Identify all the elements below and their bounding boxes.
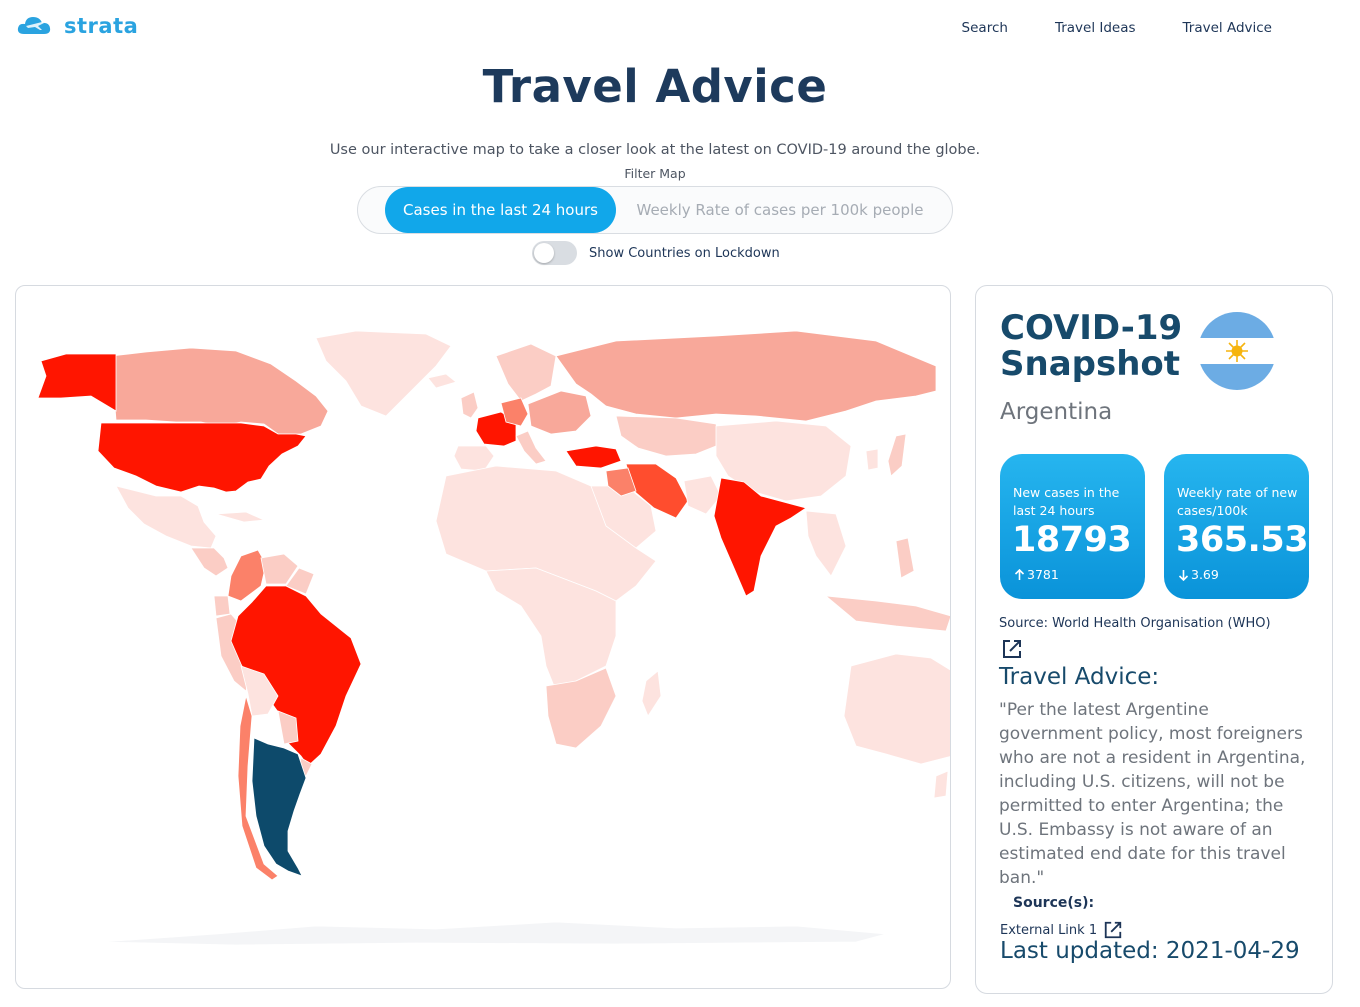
nav-search[interactable]: Search: [962, 20, 1008, 36]
country-alaska[interactable]: [37, 353, 117, 412]
arrow-up-icon: [1014, 568, 1025, 580]
weekly-rate-change-value: 3.69: [1191, 567, 1219, 582]
country-united-states[interactable]: [97, 422, 307, 493]
new-cases-change: 3781: [1014, 567, 1059, 582]
country-turkey[interactable]: [565, 445, 622, 469]
weekly-rate-tile: Weekly rate of new cases/100k 365.53 3.6…: [1164, 454, 1309, 599]
country-madagascar[interactable]: [641, 670, 662, 717]
world-map-card: [15, 285, 951, 989]
lockdown-toggle[interactable]: [532, 241, 577, 265]
country-new-zealand[interactable]: [933, 770, 949, 799]
country-australia[interactable]: [843, 653, 951, 765]
filter-weekly-rate-button[interactable]: Weekly Rate of cases per 100k people: [628, 187, 932, 233]
lockdown-toggle-label: Show Countries on Lockdown: [589, 245, 780, 261]
filter-cases-24h-button[interactable]: Cases in the last 24 hours: [385, 187, 616, 233]
page-title: Travel Advice: [482, 60, 828, 113]
argentina-flag-icon: [1198, 312, 1276, 390]
top-nav: Search Travel Ideas Travel Advice: [962, 20, 1272, 36]
world-map[interactable]: [16, 286, 951, 989]
new-cases-tile: New cases in the last 24 hours 18793 378…: [1000, 454, 1145, 599]
data-source: Source: World Health Organisation (WHO): [999, 616, 1271, 631]
travel-advice-text: "Per the latest Argentine government pol…: [999, 700, 1306, 888]
country-philippines[interactable]: [895, 537, 915, 579]
country-antarctica[interactable]: [100, 921, 887, 946]
nav-travel-advice[interactable]: Travel Advice: [1183, 20, 1272, 36]
snapshot-title: COVID-19 Snapshot: [1000, 308, 1183, 384]
external-link-1-label: External Link 1: [1000, 922, 1098, 938]
intro-text: Use our interactive map to take a closer…: [329, 142, 981, 158]
filter-switch: Cases in the last 24 hours Weekly Rate o…: [357, 186, 953, 234]
country-southeast-asia[interactable]: [805, 510, 847, 577]
new-cases-label: New cases in the last 24 hours: [1013, 485, 1120, 518]
filter-label: Filter Map: [624, 166, 686, 181]
external-link-icon: [1104, 921, 1122, 939]
toggle-knob: [534, 243, 554, 263]
country-canada[interactable]: [110, 347, 329, 435]
weekly-rate-change: 3.69: [1178, 567, 1219, 582]
lockdown-toggle-row: Show Countries on Lockdown: [532, 241, 780, 265]
external-link-1[interactable]: External Link 1: [1000, 920, 1123, 940]
country-greenland[interactable]: [315, 330, 452, 417]
country-japan[interactable]: [887, 433, 907, 477]
last-updated: Last updated: 2021-04-29: [1000, 938, 1300, 964]
country-united-kingdom[interactable]: [460, 391, 479, 419]
logo-text: strata: [64, 14, 139, 38]
country-italy[interactable]: [515, 430, 547, 465]
country-ecuador[interactable]: [213, 595, 231, 617]
country-iceland[interactable]: [427, 373, 457, 389]
country-indonesia[interactable]: [824, 595, 951, 632]
country-korea[interactable]: [865, 448, 879, 471]
cloud-plane-icon: [17, 17, 51, 34]
sources-label: Source(s):: [1013, 895, 1095, 911]
new-cases-change-value: 3781: [1027, 567, 1059, 582]
selected-country-name: Argentina: [1000, 399, 1113, 425]
logo[interactable]: strata: [16, 12, 138, 40]
country-eastern-europe[interactable]: [527, 390, 592, 435]
weekly-rate-value: 365.53: [1176, 520, 1309, 560]
new-cases-value: 18793: [1012, 520, 1132, 560]
country-central-america[interactable]: [190, 547, 229, 577]
arrow-down-icon: [1178, 569, 1189, 581]
covid-snapshot-card: COVID-19 Snapshot Argentina New cases in…: [975, 285, 1333, 994]
country-kazakhstan[interactable]: [615, 415, 722, 457]
country-cuba[interactable]: [215, 511, 266, 523]
country-russia[interactable]: [555, 330, 937, 422]
travel-advice-title: Travel Advice:: [999, 664, 1160, 690]
nav-travel-ideas[interactable]: Travel Ideas: [1055, 20, 1136, 36]
weekly-rate-label: Weekly rate of new cases/100k: [1177, 485, 1298, 518]
country-scandinavia[interactable]: [495, 343, 557, 402]
country-mexico[interactable]: [115, 485, 217, 549]
external-link-icon[interactable]: [1001, 638, 1023, 664]
